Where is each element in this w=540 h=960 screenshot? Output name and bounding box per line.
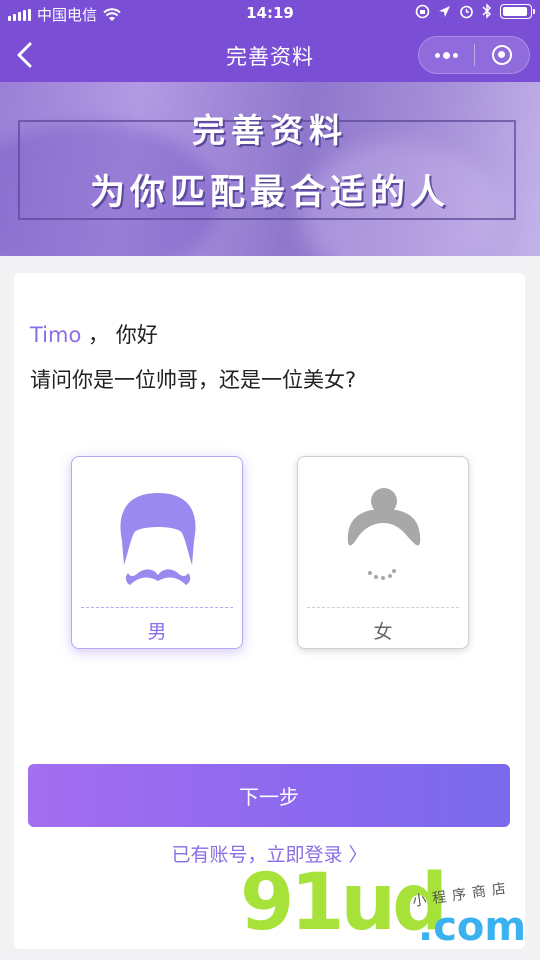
user-name: Timo [30,323,82,347]
greeting-separator: ， [88,323,110,347]
option-divider [307,607,459,608]
status-right [415,3,535,19]
watermark-logo: 91ud 小程序商店 .com [240,858,540,960]
status-bar: 中国电信 14:19 [0,0,540,28]
gender-question: 请问你是一位帅哥，还是一位美女? [30,368,357,392]
nav-bar: 完善资料 [0,28,540,82]
gender-option-female[interactable]: 女 [297,456,469,649]
profile-card: Timo ， 你好 请问你是一位帅哥，还是一位美女? 男 女 下一步 已有账号，… [14,273,525,949]
greeting-hello: 你好 [115,323,158,347]
gender-option-male[interactable]: 男 [71,456,243,649]
female-label: 女 [373,621,393,643]
next-step-button[interactable]: 下一步 [28,764,510,827]
option-divider [81,607,233,608]
mini-program-capsule [418,36,530,74]
watermark-domain: .com [418,904,527,950]
greeting: Timo ， 你好 [30,319,158,349]
more-dots-icon [434,51,458,59]
female-avatar-icon [347,488,421,580]
banner-subtitle: 为你匹配最合适的人 [89,173,450,213]
alarm-icon [460,5,473,18]
target-circle-icon [491,45,512,65]
male-label: 男 [147,621,167,643]
close-button[interactable] [475,37,530,73]
bluetooth-icon [482,3,492,19]
male-avatar-icon [120,493,196,585]
rotation-lock-icon [415,4,430,18]
header-banner: 完善资料 为你匹配最合适的人 [0,82,540,256]
location-arrow-icon [439,5,450,17]
more-button[interactable] [419,37,474,73]
battery-icon [500,3,535,19]
banner-title: 完善资料 [192,111,348,150]
